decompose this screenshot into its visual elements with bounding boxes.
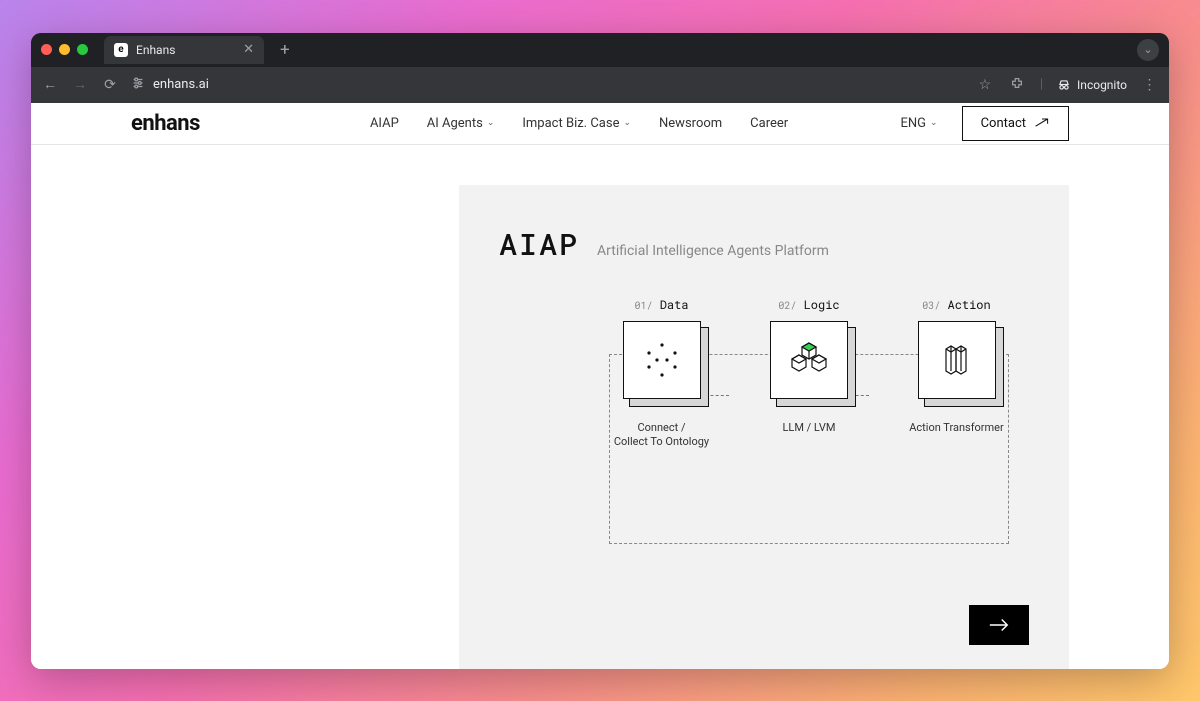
step-box — [770, 321, 848, 399]
site-settings-icon[interactable] — [131, 76, 145, 93]
nav-career[interactable]: Career — [750, 116, 788, 131]
dots-icon — [639, 337, 685, 383]
incognito-label: Incognito — [1077, 78, 1127, 92]
contact-label: Contact — [981, 116, 1026, 131]
toolbar-divider: | — [1040, 77, 1043, 92]
step-title: Data — [660, 297, 689, 313]
nav-label: AI Agents — [427, 116, 483, 131]
nav-label: AIAP — [370, 116, 399, 131]
nav-label: Impact Biz. Case — [522, 116, 619, 131]
chevron-down-icon: ⌄ — [930, 118, 938, 128]
step-desc: LLM / LVM — [757, 421, 862, 436]
hero-subtitle: Artificial Intelligence Agents Platform — [597, 243, 829, 259]
extensions-icon[interactable] — [1008, 76, 1026, 94]
site-header: enhans AIAP AI Agents ⌄ Impact Biz. Case ⌄… — [31, 103, 1169, 145]
language-switch[interactable]: ENG ⌄ — [900, 116, 937, 131]
step-action: 03/ Action — [904, 297, 1009, 451]
forward-icon[interactable]: → — [71, 76, 89, 93]
close-window-button[interactable] — [41, 44, 52, 55]
servers-icon — [934, 337, 980, 383]
site-logo[interactable]: enhans — [131, 111, 200, 136]
tab-favicon: e — [114, 43, 128, 57]
back-icon[interactable]: ← — [41, 76, 59, 93]
minimize-window-button[interactable] — [59, 44, 70, 55]
nav-newsroom[interactable]: Newsroom — [659, 116, 722, 131]
incognito-badge[interactable]: Incognito — [1057, 78, 1127, 92]
language-label: ENG — [900, 116, 926, 131]
nav-aiap[interactable]: AIAP — [370, 116, 399, 131]
chevron-down-icon: ⌄ — [623, 118, 631, 128]
step-number: 02/ — [778, 299, 796, 312]
aiap-diagram: 01/ Data — [499, 319, 1029, 599]
url-text: enhans.ai — [153, 77, 209, 92]
arrow-up-right-icon — [1034, 118, 1050, 128]
step-desc: Connect / Collect To Ontology — [609, 421, 714, 451]
header-right: ENG ⌄ Contact — [900, 106, 1069, 141]
tabs-menu-button[interactable]: ⌄ — [1137, 39, 1159, 61]
next-button[interactable] — [969, 605, 1029, 645]
maximize-window-button[interactable] — [77, 44, 88, 55]
reload-icon[interactable]: ⟳ — [101, 77, 119, 93]
step-number: 03/ — [922, 299, 940, 312]
close-tab-icon[interactable]: ✕ — [243, 42, 254, 57]
diagram-steps: 01/ Data — [609, 297, 1009, 451]
hero-card: AIAP Artificial Intelligence Agents Plat… — [459, 185, 1069, 669]
step-box — [918, 321, 996, 399]
nav-label: Newsroom — [659, 116, 722, 131]
step-desc: Action Transformer — [904, 421, 1009, 436]
new-tab-button[interactable]: + — [274, 40, 296, 60]
hero-title-row: AIAP Artificial Intelligence Agents Plat… — [499, 225, 1029, 264]
step-logic: 02/ Logic — [757, 297, 862, 451]
page-content: enhans AIAP AI Agents ⌄ Impact Biz. Case ⌄… — [31, 103, 1169, 669]
tab-title: Enhans — [136, 43, 175, 57]
main-nav: AIAP AI Agents ⌄ Impact Biz. Case ⌄ Newsro… — [370, 116, 788, 131]
step-box — [623, 321, 701, 399]
chevron-down-icon: ⌄ — [487, 118, 495, 128]
hero-title: AIAP — [499, 225, 579, 264]
step-title: Action — [948, 297, 991, 313]
nav-impact-biz-case[interactable]: Impact Biz. Case ⌄ — [522, 116, 631, 131]
step-number: 01/ — [634, 299, 652, 312]
nav-ai-agents[interactable]: AI Agents ⌄ — [427, 116, 495, 131]
arrow-right-icon — [988, 618, 1010, 632]
nav-label: Career — [750, 116, 788, 131]
cubes-icon — [786, 337, 832, 383]
url-display[interactable]: enhans.ai — [131, 76, 209, 93]
window-controls — [41, 44, 88, 55]
contact-button[interactable]: Contact — [962, 106, 1069, 141]
step-title: Logic — [804, 297, 840, 313]
hero-section: AIAP Artificial Intelligence Agents Plat… — [31, 145, 1169, 669]
browser-tab[interactable]: e Enhans ✕ — [104, 36, 264, 64]
browser-menu-icon[interactable]: ⋮ — [1141, 77, 1159, 93]
address-bar: ← → ⟳ enhans.ai ☆ | — [31, 67, 1169, 103]
bookmark-icon[interactable]: ☆ — [976, 77, 994, 93]
browser-window: e Enhans ✕ + ⌄ ← → ⟳ enhans.ai — [31, 33, 1169, 669]
browser-chrome: e Enhans ✕ + ⌄ ← → ⟳ enhans.ai — [31, 33, 1169, 103]
tab-bar: e Enhans ✕ + ⌄ — [31, 33, 1169, 67]
step-data: 01/ Data — [609, 297, 714, 451]
